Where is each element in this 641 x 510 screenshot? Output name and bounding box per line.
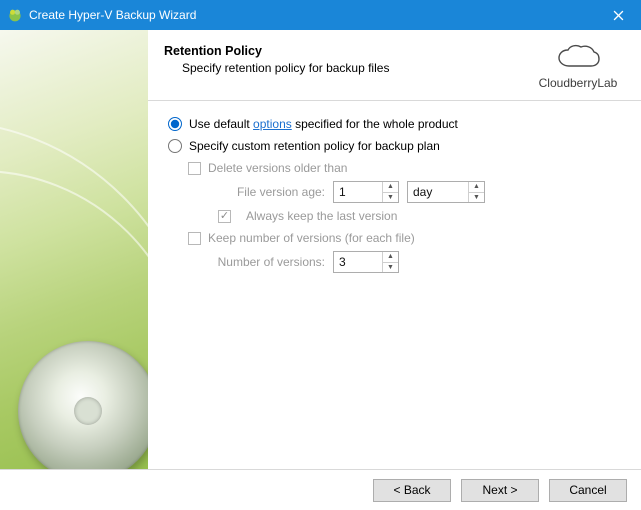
number-of-versions-stepper[interactable]: 3 ▲▼ — [333, 251, 399, 273]
chevron-up-icon[interactable]: ▲ — [469, 182, 484, 193]
titlebar: Create Hyper-V Backup Wizard — [0, 0, 641, 30]
always-keep-last-label: Always keep the last version — [246, 209, 397, 223]
page-subtitle: Specify retention policy for backup file… — [182, 61, 537, 75]
delete-versions-older-row: Delete versions older than — [188, 161, 619, 175]
radio-use-default[interactable]: Use default options specified for the wh… — [168, 117, 619, 131]
brand-logo: CloudberryLab — [537, 44, 619, 90]
app-icon — [6, 7, 23, 24]
radio-use-default-input[interactable] — [168, 117, 182, 131]
chevron-up-icon[interactable]: ▲ — [383, 252, 398, 263]
file-version-age-unit-select[interactable]: day ▲▼ — [407, 181, 485, 203]
custom-options: Delete versions older than File version … — [188, 161, 619, 273]
file-version-age-label: File version age: — [210, 185, 325, 199]
brand-name: CloudberryLab — [537, 76, 619, 90]
chevron-down-icon[interactable]: ▼ — [383, 263, 398, 273]
cancel-button[interactable]: Cancel — [549, 479, 627, 502]
keep-number-versions-row: Keep number of versions (for each file) — [188, 231, 619, 245]
file-version-age-stepper[interactable]: 1 ▲▼ — [333, 181, 399, 203]
radio-specify-custom[interactable]: Specify custom retention policy for back… — [168, 139, 619, 153]
close-button[interactable] — [595, 0, 641, 30]
radio-specify-custom-input[interactable] — [168, 139, 182, 153]
window-title: Create Hyper-V Backup Wizard — [29, 8, 595, 22]
chevron-down-icon[interactable]: ▼ — [469, 193, 484, 203]
main-panel: Retention Policy Specify retention polic… — [148, 30, 641, 469]
default-options-link[interactable]: options — [253, 117, 292, 131]
wizard-footer: < Back Next > Cancel — [0, 470, 641, 510]
number-of-versions-label: Number of versions: — [210, 255, 325, 269]
client-area: Retention Policy Specify retention polic… — [0, 30, 641, 470]
back-button[interactable]: < Back — [373, 479, 451, 502]
delete-versions-older-label: Delete versions older than — [208, 161, 347, 175]
chevron-up-icon[interactable]: ▲ — [383, 182, 398, 193]
keep-number-versions-label: Keep number of versions (for each file) — [208, 231, 415, 245]
next-button[interactable]: Next > — [461, 479, 539, 502]
keep-number-versions-checkbox[interactable] — [188, 232, 201, 245]
always-keep-last-checkbox[interactable] — [218, 210, 231, 223]
separator — [148, 100, 641, 101]
chevron-down-icon[interactable]: ▼ — [383, 193, 398, 203]
wizard-sidebar — [0, 30, 148, 469]
page-title: Retention Policy — [164, 44, 537, 58]
delete-versions-older-checkbox[interactable] — [188, 162, 201, 175]
